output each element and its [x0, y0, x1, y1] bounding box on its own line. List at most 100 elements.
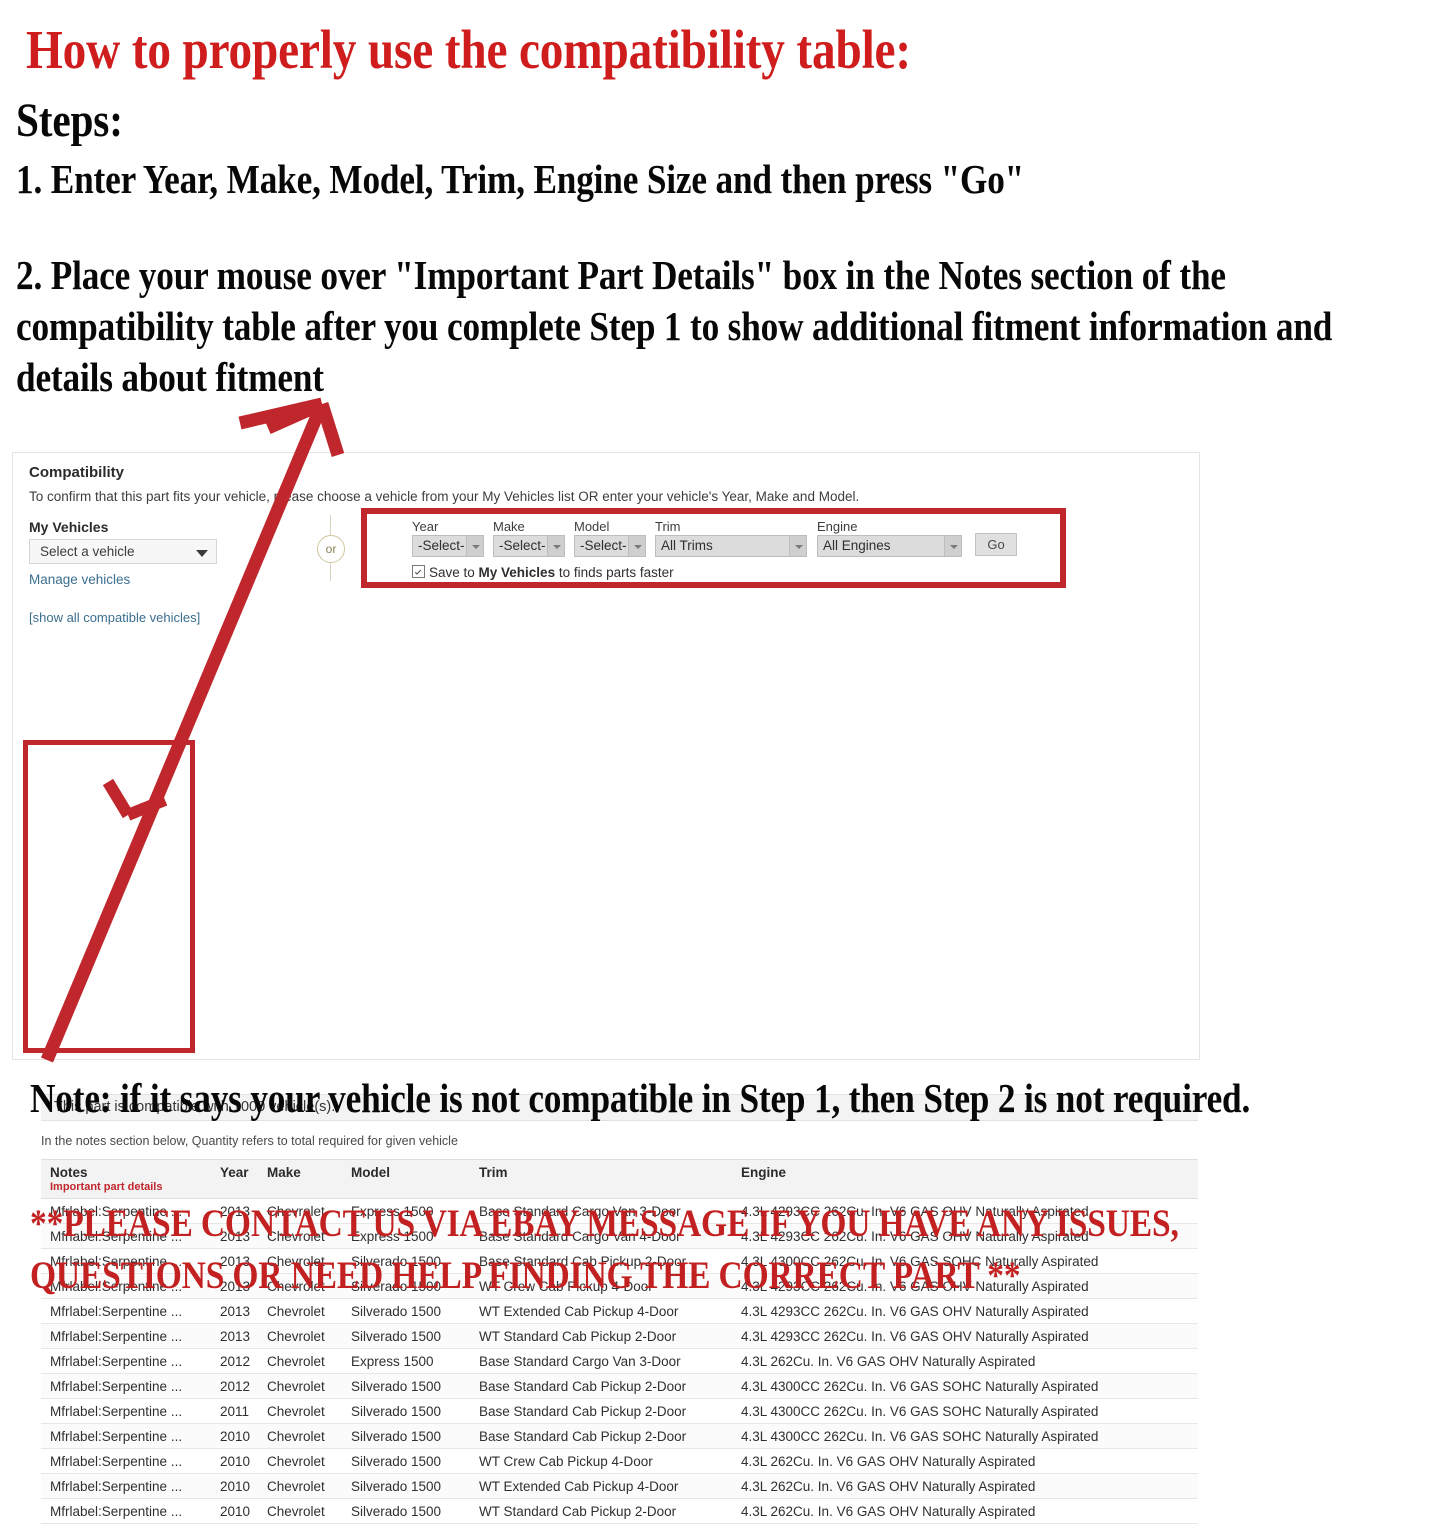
compatibility-subtitle: To confirm that this part fits your vehi…	[29, 489, 860, 504]
cell-make: Chevrolet	[258, 1473, 342, 1499]
chevron-down-icon	[196, 550, 208, 557]
manage-vehicles-link[interactable]: Manage vehicles	[29, 572, 130, 587]
cell-make: Chevrolet	[258, 1398, 342, 1424]
field-model-select[interactable]: -Select-	[574, 535, 646, 557]
field-year-label: Year	[412, 519, 439, 534]
save-to-my-vehicles-checkbox[interactable]	[412, 565, 425, 578]
steps-label: Steps:	[16, 94, 123, 147]
cell-trim: WT Standard Cab Pickup 2-Door	[470, 1323, 732, 1349]
cell-engine: 4.3L 262Cu. In. V6 GAS OHV Naturally Asp…	[732, 1498, 1198, 1524]
cell-make: Chevrolet	[258, 1498, 342, 1524]
field-make-select[interactable]: -Select-	[493, 535, 565, 557]
go-button[interactable]: Go	[975, 533, 1017, 556]
cell-engine: 4.3L 262Cu. In. V6 GAS OHV Naturally Asp…	[732, 1448, 1198, 1474]
cell-trim: Base Standard Cab Pickup 2-Door	[470, 1423, 732, 1449]
cell-engine: 4.3L 4293CC 262Cu. In. V6 GAS OHV Natura…	[732, 1323, 1198, 1349]
cell-notes[interactable]: Mfrlabel:Serpentine ...	[41, 1298, 211, 1324]
or-divider: or	[303, 515, 359, 581]
cell-engine: 4.3L 262Cu. In. V6 GAS OHV Naturally Asp…	[732, 1473, 1198, 1499]
table-row: Mfrlabel:Serpentine ... 2010 Chevrolet Silv…	[41, 1498, 1198, 1524]
cell-model: Silverado 1500	[342, 1448, 470, 1474]
cell-model: Silverado 1500	[342, 1398, 470, 1424]
column-header-trim[interactable]: Trim	[470, 1159, 732, 1199]
or-divider-label: or	[317, 535, 345, 563]
field-trim[interactable]: Trim All Trims	[655, 519, 807, 557]
show-all-compatible-vehicles-link[interactable]: [show all compatible vehicles]	[29, 610, 200, 625]
cell-model: Silverado 1500	[342, 1423, 470, 1449]
save-prefix-text: Save to	[429, 565, 479, 580]
cell-notes[interactable]: Mfrlabel:Serpentine ...	[41, 1398, 211, 1424]
field-year-value: -Select-	[418, 538, 465, 553]
step-1-text: 1. Enter Year, Make, Model, Trim, Engine…	[16, 156, 1025, 202]
cell-year: 2010	[211, 1498, 258, 1524]
save-bold-text: My Vehicles	[478, 565, 556, 580]
field-make[interactable]: Make -Select-	[493, 519, 565, 557]
cell-trim: WT Extended Cab Pickup 4-Door	[470, 1473, 732, 1499]
field-make-value: -Select-	[499, 538, 546, 553]
cell-engine: 4.3L 4300CC 262Cu. In. V6 GAS SOHC Natur…	[732, 1398, 1198, 1424]
cell-notes[interactable]: Mfrlabel:Serpentine ...	[41, 1448, 211, 1474]
field-engine[interactable]: Engine All Engines	[817, 519, 962, 557]
cell-trim: WT Extended Cab Pickup 4-Door	[470, 1298, 732, 1324]
chevron-down-icon	[466, 536, 483, 556]
cell-make: Chevrolet	[258, 1323, 342, 1349]
field-year-select[interactable]: -Select-	[412, 535, 484, 557]
save-to-my-vehicles-row[interactable]: Save to My Vehicles to finds parts faste…	[412, 564, 674, 580]
cell-notes[interactable]: Mfrlabel:Serpentine ...	[41, 1423, 211, 1449]
field-model[interactable]: Model -Select-	[574, 519, 646, 557]
field-make-label: Make	[493, 519, 525, 534]
table-row: Mfrlabel:Serpentine ... 2013 Chevrolet Silv…	[41, 1298, 1198, 1324]
column-header-model[interactable]: Model	[342, 1159, 470, 1199]
notes-column-highlight-box	[23, 740, 195, 1053]
column-header-notes[interactable]: Notes Important part details	[41, 1159, 211, 1199]
column-header-year[interactable]: Year	[211, 1159, 258, 1199]
cell-model: Silverado 1500	[342, 1323, 470, 1349]
my-vehicles-select[interactable]: Select a vehicle	[29, 539, 217, 564]
table-row: Mfrlabel:Serpentine ... 2012 Chevrolet Expr…	[41, 1348, 1198, 1374]
column-header-notes-label: Notes	[50, 1165, 88, 1180]
save-suffix-text: to finds parts faster	[555, 565, 674, 580]
cell-make: Chevrolet	[258, 1423, 342, 1449]
cell-notes[interactable]: Mfrlabel:Serpentine ...	[41, 1323, 211, 1349]
cell-model: Silverado 1500	[342, 1373, 470, 1399]
field-year[interactable]: Year -Select-	[412, 519, 484, 557]
important-part-details-label: Important part details	[50, 1181, 163, 1193]
column-header-engine[interactable]: Engine	[732, 1159, 1198, 1199]
cell-make: Chevrolet	[258, 1348, 342, 1374]
chevron-down-icon	[789, 536, 806, 556]
cell-year: 2012	[211, 1373, 258, 1399]
cell-year: 2010	[211, 1423, 258, 1449]
table-row: Mfrlabel:Serpentine ... 2012 Chevrolet Silv…	[41, 1373, 1198, 1399]
step-2-text: 2. Place your mouse over "Important Part…	[16, 252, 1333, 400]
field-trim-select[interactable]: All Trims	[655, 535, 807, 557]
compatibility-heading: Compatibility	[29, 464, 125, 481]
table-row: Mfrlabel:Serpentine ... 2011 Chevrolet Silv…	[41, 1398, 1198, 1424]
cell-make: Chevrolet	[258, 1373, 342, 1399]
cell-notes[interactable]: Mfrlabel:Serpentine ...	[41, 1348, 211, 1374]
cell-trim: Base Standard Cargo Van 3-Door	[470, 1348, 732, 1374]
column-header-make[interactable]: Make	[258, 1159, 342, 1199]
cell-engine: 4.3L 4300CC 262Cu. In. V6 GAS SOHC Natur…	[732, 1373, 1198, 1399]
quantity-note: In the notes section below, Quantity ref…	[41, 1134, 458, 1148]
cell-engine: 4.3L 262Cu. In. V6 GAS OHV Naturally Asp…	[732, 1348, 1198, 1374]
cell-year: 2010	[211, 1473, 258, 1499]
field-model-value: -Select-	[580, 538, 627, 553]
table-header-row: Notes Important part details Year Make M…	[41, 1159, 1198, 1199]
cell-year: 2013	[211, 1298, 258, 1324]
my-vehicles-value: Select a vehicle	[40, 544, 135, 559]
cell-notes[interactable]: Mfrlabel:Serpentine ...	[41, 1373, 211, 1399]
table-row: Mfrlabel:Serpentine ... 2010 Chevrolet Silv…	[41, 1448, 1198, 1474]
field-engine-value: All Engines	[823, 538, 891, 553]
chevron-down-icon	[547, 536, 564, 556]
cell-make: Chevrolet	[258, 1448, 342, 1474]
instruction-image: How to properly use the compatibility ta…	[0, 0, 1445, 1524]
cell-model: Silverado 1500	[342, 1298, 470, 1324]
field-engine-select[interactable]: All Engines	[817, 535, 962, 557]
field-engine-label: Engine	[817, 519, 858, 534]
cell-year: 2011	[211, 1398, 258, 1424]
cell-notes[interactable]: Mfrlabel:Serpentine ...	[41, 1498, 211, 1524]
cell-notes[interactable]: Mfrlabel:Serpentine ...	[41, 1473, 211, 1499]
field-trim-value: All Trims	[661, 538, 713, 553]
cell-trim: WT Standard Cab Pickup 2-Door	[470, 1498, 732, 1524]
my-vehicles-label: My Vehicles	[29, 519, 109, 535]
